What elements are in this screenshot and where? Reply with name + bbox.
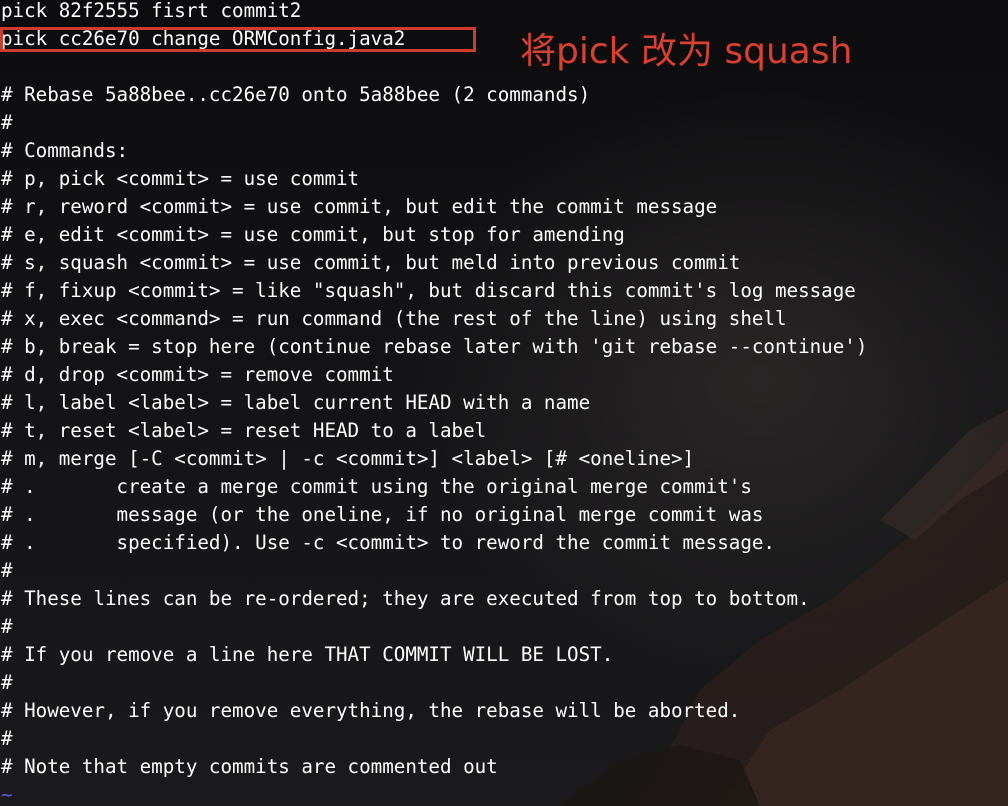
comment-line: # t, reset <label> = reset HEAD to a lab… (1, 419, 487, 442)
highlight-box-annotation (0, 27, 476, 52)
comment-line: # (1, 559, 13, 582)
comment-line: # Commands: (1, 139, 129, 162)
comment-line: # r, reword <commit> = use commit, but e… (1, 195, 718, 218)
comment-line: # However, if you remove everything, the… (1, 699, 741, 722)
comment-line: # . create a merge commit using the orig… (1, 475, 752, 498)
comment-line: # f, fixup <commit> = like "squash", but… (1, 279, 856, 302)
annotation-note: 将pick 改为 squash (520, 31, 853, 72)
comment-line: # (1, 727, 13, 750)
comment-line: # s, squash <commit> = use commit, but m… (1, 251, 741, 274)
comment-line: # e, edit <commit> = use commit, but sto… (1, 223, 625, 246)
rebase-todo-line-1[interactable]: pick 82f2555 fisrt commit2 (1, 0, 301, 25)
comment-line: # If you remove a line here THAT COMMIT … (1, 643, 614, 666)
vim-empty-line-tilde: ~ (1, 783, 13, 806)
comment-line: # (1, 615, 13, 638)
comment-line: # b, break = stop here (continue rebase … (1, 335, 868, 358)
comment-line: # d, drop <commit> = remove commit (1, 363, 394, 386)
comment-line: # p, pick <commit> = use commit (1, 167, 360, 190)
vim-editor-window[interactable]: pick 82f2555 fisrt commit2 pick cc26e70 … (0, 0, 1008, 806)
comment-line: # Rebase 5a88bee..cc26e70 onto 5a88bee (… (1, 83, 591, 106)
comment-line: # (1, 671, 13, 694)
comment-line: # m, merge [-C <commit> | -c <commit>] <… (1, 447, 695, 470)
comment-line: # (1, 111, 13, 134)
comment-line: # Note that empty commits are commented … (1, 755, 498, 778)
comment-line: # . specified). Use -c <commit> to rewor… (1, 531, 775, 554)
comment-line: # l, label <label> = label current HEAD … (1, 391, 591, 414)
comment-line: # . message (or the oneline, if no origi… (1, 503, 764, 526)
comment-line: # These lines can be re-ordered; they ar… (1, 587, 810, 610)
comment-line: # x, exec <command> = run command (the r… (1, 307, 787, 330)
